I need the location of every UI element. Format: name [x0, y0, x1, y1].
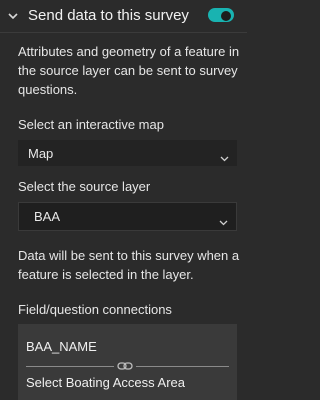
section-header[interactable]: Send data to this survey — [0, 0, 247, 34]
toggle-knob — [221, 11, 231, 21]
interactive-map-value: Map — [28, 145, 54, 161]
survey-settings-panel: Send data to this survey Attributes and … — [0, 0, 247, 400]
section-title: Send data to this survey — [28, 7, 189, 24]
connection-card[interactable]: BAA_NAME Select Boating Access Area — [18, 324, 237, 400]
header-divider — [0, 32, 247, 33]
connections-label: Field/question connections — [18, 302, 172, 317]
source-layer-value: BAA — [34, 209, 61, 224]
connection-line — [26, 366, 114, 367]
chevron-down-icon[interactable] — [7, 10, 19, 22]
source-layer-label: Select the source layer — [18, 179, 151, 194]
chevron-down-icon — [220, 150, 229, 162]
interactive-map-select[interactable]: Map — [18, 140, 237, 166]
data-sending-note: Data will be sent to this survey when a … — [18, 248, 240, 282]
section-description: Attributes and geometry of a feature in … — [18, 44, 240, 97]
connection-question: Select Boating Access Area — [26, 375, 185, 390]
link-icon — [117, 360, 133, 372]
source-layer-select[interactable]: BAA — [18, 202, 237, 231]
connection-field: BAA_NAME — [26, 339, 97, 354]
connection-line — [136, 366, 229, 367]
chevron-down-icon — [219, 214, 228, 225]
send-data-toggle[interactable] — [208, 8, 234, 22]
interactive-map-label: Select an interactive map — [18, 117, 164, 132]
